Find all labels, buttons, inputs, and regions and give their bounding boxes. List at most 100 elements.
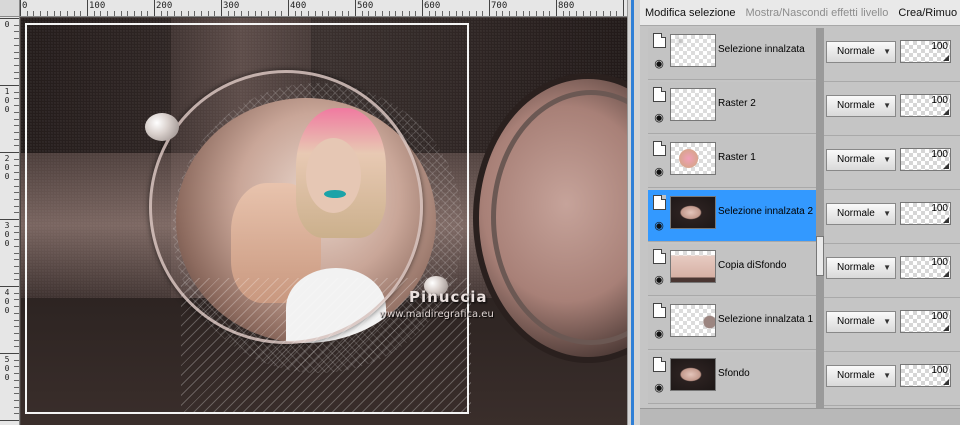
ruler-tick bbox=[542, 11, 544, 16]
opacity-field[interactable]: 100 bbox=[900, 202, 951, 225]
blend-mode-select[interactable]: Normale ▼ bbox=[826, 203, 896, 225]
page-icon[interactable] bbox=[653, 249, 666, 264]
ruler-tick bbox=[308, 11, 310, 16]
ruler-tick bbox=[46, 11, 48, 16]
page-icon[interactable] bbox=[653, 33, 666, 48]
ruler-tick bbox=[14, 24, 19, 26]
canvas-area[interactable]: 0 100 200 300 400 500 600 700 800 0 1 0 0 2 0 0 3 0… bbox=[0, 0, 627, 425]
layer-thumbnail bbox=[670, 142, 716, 175]
blend-mode-select[interactable]: Normale ▼ bbox=[826, 149, 896, 171]
chevron-down-icon: ▼ bbox=[883, 101, 891, 110]
ruler-tick bbox=[0, 353, 19, 354]
blend-mode-select[interactable]: Normale ▼ bbox=[826, 95, 896, 117]
ruler-label: 100 bbox=[89, 1, 106, 11]
blend-mode-select[interactable]: Normale ▼ bbox=[826, 311, 896, 333]
eye-icon[interactable]: ◉ bbox=[652, 382, 666, 394]
ruler-tick bbox=[261, 11, 263, 16]
create-remove-button[interactable]: Crea/Rimuo bbox=[893, 0, 960, 25]
opacity-slider-icon[interactable] bbox=[943, 379, 949, 385]
opacity-value: 100 bbox=[931, 203, 948, 214]
opacity-value: 100 bbox=[931, 365, 948, 376]
blend-mode-select[interactable]: Normale ▼ bbox=[826, 365, 896, 387]
ruler-tick bbox=[294, 11, 296, 16]
layer-row[interactable]: ◉ Selezione innalzata 1 bbox=[648, 298, 816, 350]
ruler-tick bbox=[0, 152, 19, 153]
layer-row[interactable]: ◉ Selezione innalzata 2 bbox=[648, 190, 816, 242]
eye-icon[interactable]: ◉ bbox=[652, 274, 666, 286]
ruler-tick bbox=[160, 11, 162, 16]
ruler-tick bbox=[154, 0, 155, 16]
chevron-down-icon: ▼ bbox=[883, 47, 891, 56]
ruler-tick bbox=[14, 379, 19, 381]
ruler-label: 400 bbox=[290, 1, 307, 11]
page-icon[interactable] bbox=[653, 303, 666, 318]
opacity-slider-icon[interactable] bbox=[943, 109, 949, 115]
opacity-slider-icon[interactable] bbox=[943, 325, 949, 331]
opacity-field[interactable]: 100 bbox=[900, 364, 951, 387]
opacity-field[interactable]: 100 bbox=[900, 310, 951, 333]
ruler-tick bbox=[556, 0, 557, 16]
scrollbar-thumb[interactable] bbox=[816, 236, 824, 276]
ruler-label: 4 0 0 bbox=[4, 288, 10, 315]
ruler-tick bbox=[495, 11, 497, 16]
opacity-slider-icon[interactable] bbox=[943, 55, 949, 61]
ruler-tick bbox=[14, 91, 19, 93]
ruler-tick bbox=[482, 11, 484, 16]
layers-scrollbar[interactable] bbox=[816, 28, 824, 425]
ruler-tick bbox=[328, 11, 330, 16]
panel-splitter[interactable] bbox=[627, 0, 640, 425]
layer-prop-row: Normale ▼ 100 bbox=[824, 82, 960, 136]
eye-icon[interactable]: ◉ bbox=[652, 58, 666, 70]
ruler-tick bbox=[93, 11, 95, 16]
page-icon[interactable] bbox=[653, 87, 666, 102]
page-icon[interactable] bbox=[653, 357, 666, 372]
eye-icon[interactable]: ◉ bbox=[652, 220, 666, 232]
ruler-tick bbox=[355, 0, 356, 16]
ruler-tick bbox=[133, 11, 135, 16]
ruler-tick bbox=[14, 346, 19, 348]
layer-row[interactable]: ◉ Raster 1 bbox=[648, 136, 816, 188]
blend-mode-select[interactable]: Normale ▼ bbox=[826, 257, 896, 279]
page-icon[interactable] bbox=[653, 141, 666, 156]
ruler-tick bbox=[14, 64, 19, 66]
ruler-tick bbox=[14, 105, 19, 107]
opacity-field[interactable]: 100 bbox=[900, 40, 951, 63]
ruler-tick bbox=[442, 11, 444, 16]
document-image[interactable]: Pinuccia www.maidiregrafica.eu bbox=[21, 18, 627, 425]
ruler-label: 800 bbox=[558, 1, 575, 11]
blend-mode-select[interactable]: Normale ▼ bbox=[826, 41, 896, 63]
opacity-field[interactable]: 100 bbox=[900, 148, 951, 171]
ruler-tick bbox=[14, 373, 19, 375]
ruler-tick bbox=[14, 252, 19, 254]
layer-row[interactable]: ◉ Copia diSfondo bbox=[648, 244, 816, 296]
eye-icon[interactable]: ◉ bbox=[652, 328, 666, 340]
opacity-field[interactable]: 100 bbox=[900, 256, 951, 279]
ruler-tick bbox=[589, 11, 591, 16]
layer-row[interactable]: ◉ Selezione innalzata bbox=[648, 28, 816, 80]
ruler-tick bbox=[375, 11, 377, 16]
ruler-label: 500 bbox=[357, 1, 374, 11]
layer-prop-row: Normale ▼ 100 bbox=[824, 190, 960, 244]
ruler-tick bbox=[120, 11, 122, 16]
ruler-tick bbox=[348, 11, 350, 16]
show-hide-effects-button[interactable]: Mostra/Nascondi effetti livello bbox=[741, 0, 894, 25]
thumbnail-art bbox=[671, 359, 715, 390]
ruler-tick bbox=[14, 366, 19, 368]
opacity-slider-icon[interactable] bbox=[943, 217, 949, 223]
page-icon[interactable] bbox=[653, 195, 666, 210]
opacity-field[interactable]: 100 bbox=[900, 94, 951, 117]
ruler-tick bbox=[187, 11, 189, 16]
layer-row[interactable]: ◉ Raster 2 bbox=[648, 82, 816, 134]
ruler-tick bbox=[14, 31, 19, 33]
opacity-slider-icon[interactable] bbox=[943, 163, 949, 169]
opacity-slider-icon[interactable] bbox=[943, 271, 949, 277]
layer-name: Sfondo bbox=[718, 368, 750, 379]
modify-selection-button[interactable]: Modifica selezione bbox=[640, 0, 741, 25]
layer-row[interactable]: ◉ Sfondo bbox=[648, 352, 816, 404]
thumbnail-art bbox=[671, 89, 715, 120]
eye-icon[interactable]: ◉ bbox=[652, 112, 666, 124]
ruler-tick bbox=[14, 332, 19, 334]
opacity-value: 100 bbox=[931, 41, 948, 52]
eye-icon[interactable]: ◉ bbox=[652, 166, 666, 178]
ruler-tick bbox=[87, 0, 88, 16]
